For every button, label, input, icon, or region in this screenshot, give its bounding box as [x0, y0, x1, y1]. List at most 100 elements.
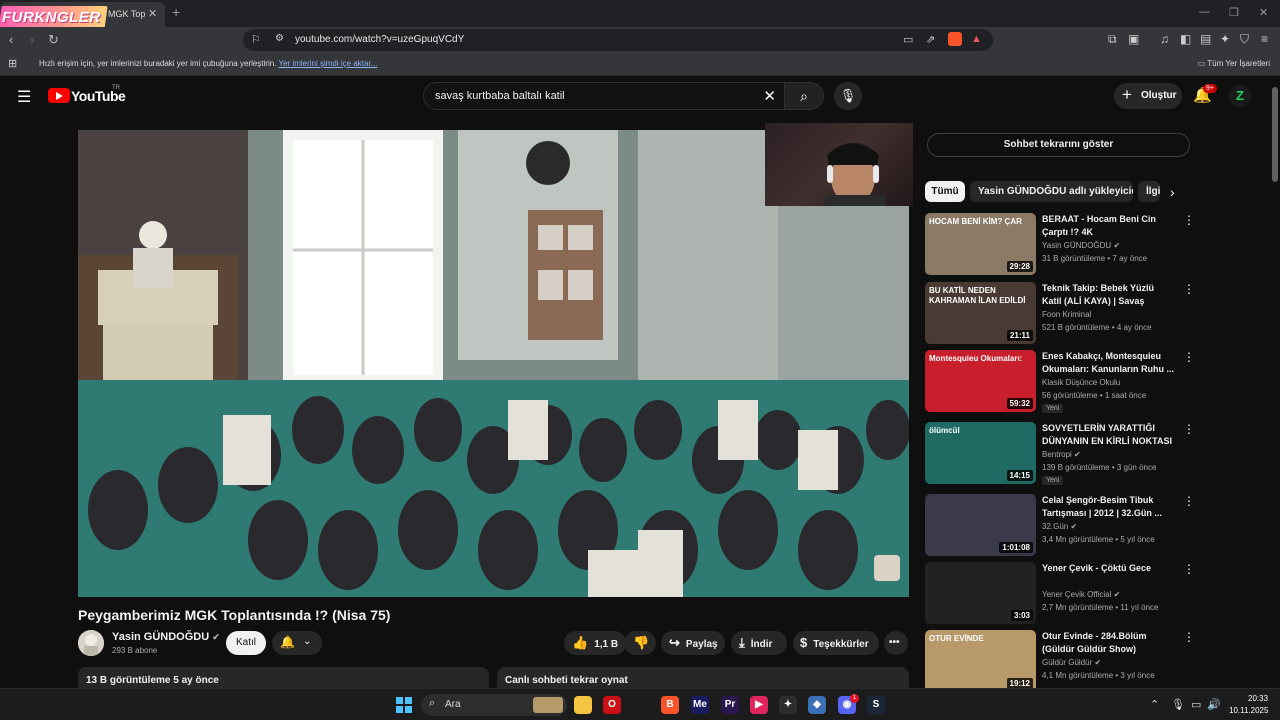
clock-date[interactable]: 10.11.2025	[1229, 706, 1268, 715]
recommendation-item[interactable]: OTUR EVİNDE 19:12 Otur Evinde - 284.Bölü…	[925, 630, 1195, 694]
search-input[interactable]: savaş kurtbaba baltalı katil ✕	[423, 82, 785, 110]
recommendation-channel[interactable]: Yasin GÜNDOĞDU ✔	[1042, 241, 1120, 250]
tray-expand-icon[interactable]: ⌃	[1150, 698, 1159, 711]
cast-icon[interactable]: ▭	[903, 33, 913, 46]
recommendation-title[interactable]: Celal Şengör-Besim Tibuk Tartışması | 20…	[1042, 494, 1176, 520]
video-thumbnail[interactable]: Montesquieu Okumaları: 59:32	[925, 350, 1036, 412]
recommendation-title[interactable]: SOVYETLERİN YARATTIĞI DÜNYANIN EN KİRLİ …	[1042, 422, 1176, 448]
microphone-icon[interactable]: 🎙	[1171, 698, 1185, 711]
recommendation-channel[interactable]: Güldür Güldür ✔	[1042, 658, 1101, 667]
media-icon[interactable]: ♫	[1160, 32, 1169, 46]
leo-ai-icon[interactable]: ✦	[1220, 32, 1230, 46]
recommendation-item[interactable]: Montesquieu Okumaları: 59:32 Enes Kabakç…	[925, 350, 1195, 414]
more-vert-icon[interactable]: ⋮	[1183, 562, 1195, 576]
create-button[interactable]: + Oluştur	[1114, 83, 1182, 109]
recommendation-item[interactable]: BU KATİL NEDEN KAHRAMAN İLAN EDİLDİ 21:1…	[925, 282, 1195, 346]
youtube-logo-icon[interactable]	[48, 88, 70, 103]
menu-icon[interactable]: ≡	[1261, 32, 1268, 46]
tab-close-icon[interactable]: ✕	[148, 7, 157, 20]
recommendation-item[interactable]: HOCAM BENİ KİM? ÇAR 29:28 BERAAT - Hocam…	[925, 213, 1195, 277]
thanks-button[interactable]: $ Teşekkürler	[793, 631, 879, 655]
more-actions-button[interactable]: •••	[884, 631, 908, 655]
chevron-right-icon[interactable]: ›	[1170, 184, 1175, 200]
video-thumbnail[interactable]: ölümcül 14:15	[925, 422, 1036, 484]
more-vert-icon[interactable]: ⋮	[1183, 630, 1195, 644]
more-vert-icon[interactable]: ⋮	[1183, 422, 1195, 436]
premiere-icon[interactable]: Pr	[721, 696, 739, 714]
show-chat-replay-button[interactable]: Sohbet tekrarını göster	[927, 133, 1190, 157]
recommendation-title[interactable]: Teknik Takip: Bebek Yüzlü Katil (ALİ KAY…	[1042, 282, 1176, 308]
media-encoder-icon[interactable]: Me	[691, 696, 709, 714]
notification-bell-button[interactable]: 🔔 ⌄	[272, 631, 322, 655]
media-player-icon[interactable]: ▶	[750, 696, 768, 714]
account-avatar[interactable]: Z	[1229, 85, 1251, 107]
channel-avatar[interactable]	[78, 630, 104, 656]
channel-watermark[interactable]	[874, 555, 900, 581]
more-vert-icon[interactable]: ⋮	[1183, 494, 1195, 508]
wallet-icon[interactable]: ▤	[1200, 32, 1211, 46]
clock-time[interactable]: 20:33	[1248, 694, 1268, 703]
display-icon[interactable]: ▭	[1191, 698, 1201, 711]
download-button[interactable]: ⤓ İndir	[731, 631, 787, 655]
video-thumbnail[interactable]: BU KATİL NEDEN KAHRAMAN İLAN EDİLDİ 21:1…	[925, 282, 1036, 344]
video-thumbnail[interactable]: OTUR EVİNDE 19:12	[925, 630, 1036, 692]
recommendation-channel[interactable]: Yener Çevik Official ✔	[1042, 590, 1120, 599]
more-vert-icon[interactable]: ⋮	[1183, 350, 1195, 364]
more-vert-icon[interactable]: ⋮	[1183, 282, 1195, 296]
start-button[interactable]	[396, 697, 412, 713]
brave-rewards-icon[interactable]: ▲	[971, 33, 982, 45]
recommendation-channel[interactable]: Bentropi ✔	[1042, 450, 1081, 459]
recommendation-item[interactable]: 1:01:08 Celal Şengör-Besim Tibuk Tartışm…	[925, 494, 1195, 558]
site-info-icon[interactable]: ⚙	[275, 33, 284, 44]
recommendation-item[interactable]: 3:03 Yener Çevik - Çöktü Gece Yener Çevi…	[925, 562, 1195, 626]
scrollbar-thumb[interactable]	[1272, 87, 1278, 182]
back-icon[interactable]: ‹	[9, 32, 13, 47]
import-bookmarks-link[interactable]: Yer imlerini şimdi içe aktar...	[278, 59, 377, 68]
recommendation-item[interactable]: ölümcül 14:15 SOVYETLERİN YARATTIĞI DÜNY…	[925, 422, 1195, 486]
extensions-icon[interactable]: ⧉	[1108, 32, 1117, 47]
recommendation-channel[interactable]: Klasik Düşünce Okulu	[1042, 378, 1120, 387]
recommendation-title[interactable]: Otur Evinde - 284.Bölüm (Güldür Güldür S…	[1042, 630, 1176, 656]
app-icon[interactable]: ◆	[808, 696, 826, 714]
new-tab-button[interactable]: +	[172, 4, 180, 20]
more-vert-icon[interactable]: ⋮	[1183, 213, 1195, 227]
voice-search-button[interactable]: 🎙	[834, 82, 862, 110]
bookmark-icon[interactable]: ⚐	[251, 33, 261, 46]
apps-grid-icon[interactable]: ⊞	[8, 57, 17, 70]
search-button[interactable]: ⌕	[784, 82, 824, 110]
reload-icon[interactable]: ↻	[48, 32, 59, 48]
close-window-icon[interactable]: ✕	[1259, 6, 1268, 19]
chip-related[interactable]: İlgili	[1138, 181, 1160, 202]
recommendation-title[interactable]: BERAAT - Hocam Beni Cin Çarptı !? 4K	[1042, 213, 1176, 239]
minimize-icon[interactable]: —	[1199, 6, 1210, 18]
share-button[interactable]: ↪ Paylaş	[661, 631, 725, 655]
file-explorer-icon[interactable]	[574, 696, 592, 714]
screenshot-icon[interactable]: ▣	[1128, 32, 1139, 46]
address-bar[interactable]: ⚐ ⚙ youtube.com/watch?v=uzeGpuqVCdY ▭ ⇗ …	[243, 29, 993, 51]
opera-icon[interactable]: O	[603, 696, 621, 714]
guide-menu-icon[interactable]: ☰	[17, 87, 31, 107]
dislike-button[interactable]: 👎	[624, 631, 656, 655]
recommendation-title[interactable]: Yener Çevik - Çöktü Gece	[1042, 562, 1176, 575]
share-icon[interactable]: ⇗	[926, 33, 935, 46]
recommendation-channel[interactable]: Foon Kriminal	[1042, 310, 1091, 319]
sidebar-icon[interactable]: ◧	[1180, 32, 1191, 46]
taskbar-search[interactable]: ⌕ Ara	[421, 694, 567, 716]
maximize-icon[interactable]: ❐	[1229, 6, 1239, 19]
video-thumbnail[interactable]: 1:01:08	[925, 494, 1036, 556]
recommendation-channel[interactable]: 32.Gün ✔	[1042, 522, 1077, 531]
video-thumbnail[interactable]: 3:03	[925, 562, 1036, 624]
video-thumbnail[interactable]: HOCAM BENİ KİM? ÇAR 29:28	[925, 213, 1036, 275]
page-scrollbar[interactable]	[1270, 77, 1280, 688]
steam-icon[interactable]: S	[867, 696, 885, 714]
chatgpt-icon[interactable]: ✦	[779, 696, 797, 714]
join-button[interactable]: Katıl	[226, 631, 266, 655]
volume-icon[interactable]: 🔊	[1207, 698, 1221, 711]
like-button[interactable]: 👍 1,1 B	[564, 631, 626, 655]
vpn-icon[interactable]: ⛉	[1240, 32, 1249, 47]
recommendation-title[interactable]: Enes Kabakçı, Montesquieu Okumaları: Kan…	[1042, 350, 1176, 376]
chip-from-uploader[interactable]: Yasin GÜNDOĞDU adlı yükleyiciden	[970, 181, 1133, 202]
chip-all[interactable]: Tümü	[925, 181, 965, 202]
all-bookmarks-button[interactable]: ▭ Tüm Yer İşaretleri	[1198, 59, 1270, 68]
channel-name[interactable]: Yasin GÜNDOĞDU ✔	[112, 631, 220, 643]
